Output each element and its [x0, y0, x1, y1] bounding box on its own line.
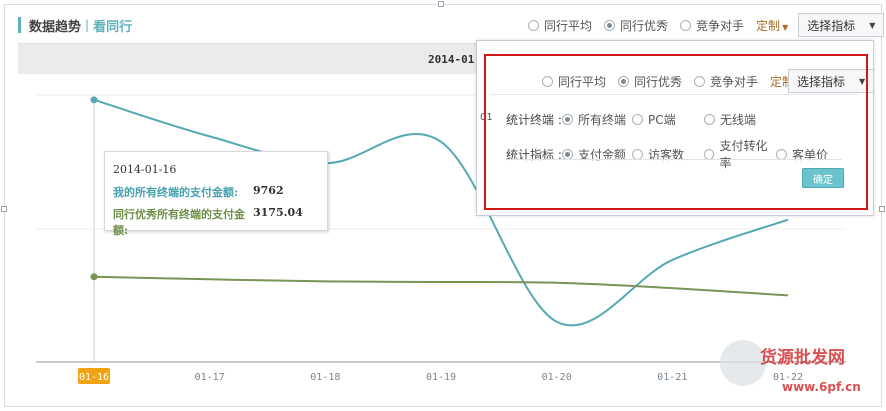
tooltip-label: 我的所有终端的支付金额:	[113, 186, 239, 199]
tooltip-label: 同行优秀所有终端的支付金额:	[113, 208, 245, 237]
watermark-url: www.6pf.cn	[782, 380, 861, 394]
highlight-annotation-box	[484, 54, 868, 210]
series-point	[90, 96, 98, 104]
tooltip-row-peer: 同行优秀所有终端的支付金额: 3175.04	[113, 206, 303, 238]
x-tick-label: 01-18	[310, 372, 340, 383]
series-point	[90, 273, 98, 281]
x-tick-label: 01-19	[426, 372, 456, 383]
x-tick-label-active: 01-16	[79, 372, 109, 383]
series-line-peer	[93, 275, 789, 297]
tooltip-row-mine: 我的所有终端的支付金额: 9762	[113, 184, 284, 200]
watermark-title: 货源批发网	[760, 348, 845, 368]
x-tick-label: 01-17	[195, 372, 225, 383]
tooltip-date: 2014-01-16	[113, 163, 177, 176]
tooltip-value: 3175.04	[253, 206, 303, 219]
tooltip-value: 9762	[253, 184, 284, 197]
x-tick-label: 01-21	[657, 372, 687, 383]
chart-tooltip: 2014-01-16 我的所有终端的支付金额: 9762 同行优秀所有终端的支付…	[104, 151, 328, 237]
x-tick-label: 01-20	[542, 372, 572, 383]
